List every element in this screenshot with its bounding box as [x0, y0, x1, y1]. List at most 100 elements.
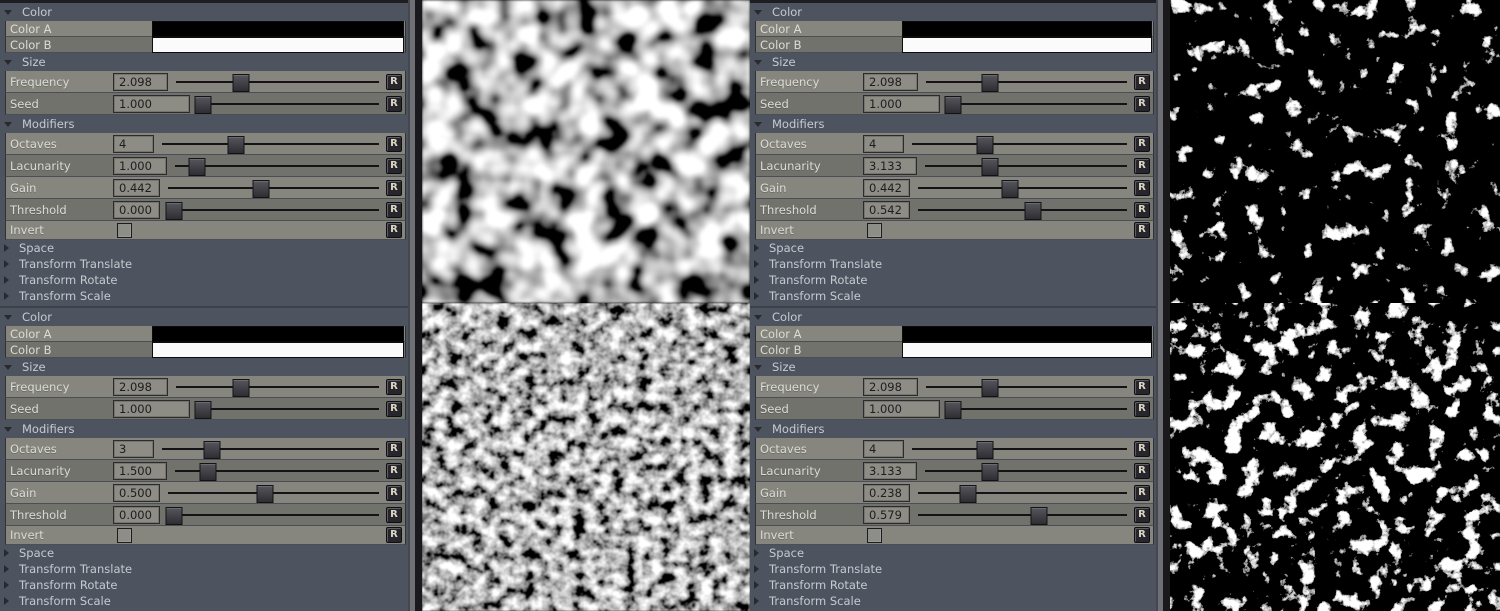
- expand-triangle-icon[interactable]: [4, 244, 9, 252]
- value-field-lacunarity[interactable]: 3.133: [863, 157, 917, 175]
- reset-button[interactable]: R: [386, 74, 402, 90]
- section-header-color[interactable]: Color: [750, 3, 1156, 21]
- color-swatch-color-b[interactable]: [152, 342, 404, 358]
- slider-handle[interactable]: [203, 441, 220, 459]
- reset-button[interactable]: R: [1134, 507, 1150, 523]
- invert-checkbox[interactable]: [117, 528, 132, 543]
- slider-frequency[interactable]: [926, 378, 1127, 396]
- slider-seed[interactable]: [948, 400, 1127, 418]
- slider-handle[interactable]: [189, 158, 206, 176]
- pane-splitter[interactable]: [408, 0, 422, 611]
- slider-handle[interactable]: [257, 485, 274, 503]
- reset-button[interactable]: R: [386, 222, 402, 238]
- slider-handle[interactable]: [195, 96, 212, 114]
- slider-handle[interactable]: [1031, 507, 1048, 525]
- reset-button[interactable]: R: [386, 379, 402, 395]
- expand-triangle-icon[interactable]: [754, 292, 759, 300]
- reset-button[interactable]: R: [386, 507, 402, 523]
- collapse-triangle-icon[interactable]: [4, 10, 12, 15]
- slider-handle[interactable]: [199, 463, 216, 481]
- pane-splitter[interactable]: [1156, 0, 1170, 611]
- section-header-size[interactable]: Size: [0, 53, 408, 71]
- slider-handle[interactable]: [195, 401, 212, 419]
- collapse-triangle-icon[interactable]: [4, 122, 12, 127]
- collapse-triangle-icon[interactable]: [4, 427, 12, 432]
- slider-lacunarity[interactable]: [175, 462, 379, 480]
- slider-handle[interactable]: [981, 463, 998, 481]
- expand-triangle-icon[interactable]: [4, 597, 9, 605]
- slider-seed[interactable]: [948, 95, 1127, 113]
- section-header-transform-rotate[interactable]: Transform Rotate: [0, 577, 408, 593]
- reset-button[interactable]: R: [1134, 441, 1150, 457]
- value-field-gain[interactable]: 0.442: [863, 179, 910, 197]
- slider-handle[interactable]: [232, 379, 249, 397]
- slider-handle[interactable]: [982, 379, 999, 397]
- collapse-triangle-icon[interactable]: [754, 60, 762, 65]
- collapse-triangle-icon[interactable]: [754, 10, 762, 15]
- reset-button[interactable]: R: [386, 202, 402, 218]
- value-field-gain[interactable]: 0.500: [113, 484, 160, 502]
- section-header-transform-rotate[interactable]: Transform Rotate: [0, 272, 408, 288]
- slider-handle[interactable]: [166, 507, 183, 525]
- collapse-triangle-icon[interactable]: [4, 365, 12, 370]
- slider-gain[interactable]: [918, 179, 1127, 197]
- section-header-transform-scale[interactable]: Transform Scale: [750, 288, 1156, 304]
- invert-checkbox[interactable]: [117, 223, 132, 238]
- collapse-triangle-icon[interactable]: [754, 122, 762, 127]
- reset-button[interactable]: R: [1134, 96, 1150, 112]
- color-swatch-color-a[interactable]: [902, 21, 1152, 37]
- slider-handle[interactable]: [981, 158, 998, 176]
- value-field-seed[interactable]: 1.000: [863, 400, 940, 418]
- reset-button[interactable]: R: [386, 401, 402, 417]
- expand-triangle-icon[interactable]: [4, 549, 9, 557]
- color-swatch-color-b[interactable]: [902, 37, 1152, 53]
- value-field-octaves[interactable]: 4: [863, 440, 904, 458]
- section-header-transform-rotate[interactable]: Transform Rotate: [750, 577, 1156, 593]
- section-header-modifiers[interactable]: Modifiers: [750, 420, 1156, 438]
- reset-button[interactable]: R: [386, 180, 402, 196]
- collapse-triangle-icon[interactable]: [4, 60, 12, 65]
- slider-threshold[interactable]: [168, 506, 379, 524]
- expand-triangle-icon[interactable]: [754, 597, 759, 605]
- section-header-transform-scale[interactable]: Transform Scale: [0, 593, 408, 609]
- reset-button[interactable]: R: [1134, 158, 1150, 174]
- collapse-triangle-icon[interactable]: [754, 427, 762, 432]
- reset-button[interactable]: R: [1134, 74, 1150, 90]
- invert-checkbox[interactable]: [867, 223, 882, 238]
- value-field-seed[interactable]: 1.000: [113, 400, 190, 418]
- reset-button[interactable]: R: [1134, 379, 1150, 395]
- value-field-frequency[interactable]: 2.098: [863, 73, 918, 91]
- slider-threshold[interactable]: [918, 201, 1127, 219]
- slider-handle[interactable]: [982, 74, 999, 92]
- slider-lacunarity[interactable]: [925, 462, 1127, 480]
- reset-button[interactable]: R: [386, 527, 402, 543]
- section-header-color[interactable]: Color: [750, 308, 1156, 326]
- section-header-space[interactable]: Space: [0, 240, 408, 256]
- value-field-frequency[interactable]: 2.098: [113, 73, 168, 91]
- expand-triangle-icon[interactable]: [4, 581, 9, 589]
- color-swatch-color-a[interactable]: [902, 326, 1152, 342]
- expand-triangle-icon[interactable]: [754, 244, 759, 252]
- value-field-seed[interactable]: 1.000: [863, 95, 940, 113]
- reset-button[interactable]: R: [1134, 136, 1150, 152]
- slider-seed[interactable]: [198, 400, 379, 418]
- reset-button[interactable]: R: [1134, 222, 1150, 238]
- slider-handle[interactable]: [1024, 202, 1041, 220]
- slider-handle[interactable]: [945, 401, 962, 419]
- value-field-threshold[interactable]: 0.000: [113, 201, 160, 219]
- reset-button[interactable]: R: [386, 463, 402, 479]
- expand-triangle-icon[interactable]: [754, 565, 759, 573]
- value-field-lacunarity[interactable]: 3.133: [863, 462, 917, 480]
- reset-button[interactable]: R: [1134, 180, 1150, 196]
- slider-lacunarity[interactable]: [175, 157, 379, 175]
- value-field-threshold[interactable]: 0.000: [113, 506, 160, 524]
- slider-octaves[interactable]: [162, 440, 379, 458]
- value-field-lacunarity[interactable]: 1.500: [113, 462, 167, 480]
- reset-button[interactable]: R: [1134, 463, 1150, 479]
- section-header-color[interactable]: Color: [0, 308, 408, 326]
- section-header-space[interactable]: Space: [750, 240, 1156, 256]
- section-header-transform-translate[interactable]: Transform Translate: [0, 256, 408, 272]
- slider-handle[interactable]: [960, 485, 977, 503]
- slider-octaves[interactable]: [912, 135, 1127, 153]
- section-header-transform-translate[interactable]: Transform Translate: [750, 561, 1156, 577]
